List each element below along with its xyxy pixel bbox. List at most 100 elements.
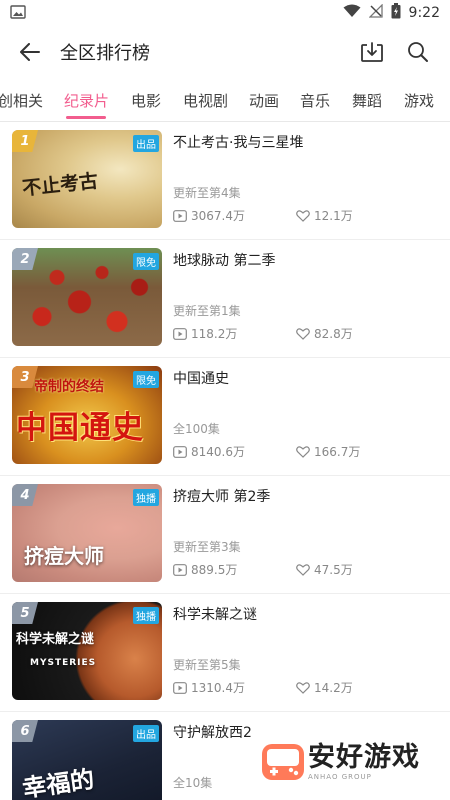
thumbnail-title: 挤痘大师 bbox=[24, 544, 104, 568]
play-count: 1310.4万 bbox=[173, 679, 245, 696]
thumbnail-caption: 帝制的终结 bbox=[34, 379, 104, 395]
status-badge: 限免 bbox=[133, 371, 159, 388]
top-app-bar: 全区排行榜 bbox=[0, 26, 450, 78]
list-item[interactable]: 2 限免 地球脉动 第二季 更新至第1集 118.2万 82.8万 bbox=[0, 240, 450, 358]
like-count: 166.7万 bbox=[296, 443, 360, 460]
rank-badge: 2 bbox=[12, 248, 38, 270]
play-count: 118.2万 bbox=[173, 325, 237, 342]
like-count: 47.5万 bbox=[296, 561, 353, 578]
wifi-icon bbox=[343, 4, 361, 22]
no-signal-icon bbox=[367, 3, 383, 22]
download-icon bbox=[361, 42, 383, 62]
tab-1[interactable]: 纪录片 bbox=[64, 90, 109, 111]
like-count-value: 12.1万 bbox=[314, 209, 353, 223]
list-item[interactable]: 4 独播 挤痘大师 挤痘大师 第2季 更新至第3集 889.5万 47.5万 bbox=[0, 476, 450, 594]
play-icon bbox=[173, 327, 187, 340]
thumbnail-title: 幸福的 bbox=[20, 765, 96, 800]
ranking-list: 1 出品 不止考古 不止考古·我与三星堆 更新至第4集 3067.4万 12.1… bbox=[0, 122, 450, 800]
item-subtitle: 更新至第1集 bbox=[173, 304, 241, 318]
thumbnail[interactable]: 3 限免 帝制的终结 中国通史 bbox=[12, 366, 162, 464]
status-bar: 9:22 bbox=[0, 0, 450, 26]
list-item[interactable]: 3 限免 帝制的终结 中国通史 中国通史 全100集 8140.6万 166.7… bbox=[0, 358, 450, 476]
thumbnail-title: 中国通史 bbox=[16, 410, 144, 446]
like-count-value: 47.5万 bbox=[314, 563, 353, 577]
watermark-subtext: ANHAO GROUP bbox=[308, 773, 372, 781]
like-count-value: 82.8万 bbox=[314, 327, 353, 341]
play-count: 889.5万 bbox=[173, 561, 237, 578]
tab-7[interactable]: 游戏 bbox=[404, 90, 434, 111]
battery-charging-icon bbox=[391, 3, 401, 23]
back-button[interactable] bbox=[12, 34, 48, 70]
heart-icon bbox=[296, 445, 310, 458]
search-button[interactable] bbox=[398, 32, 438, 72]
back-arrow-icon bbox=[20, 43, 40, 61]
tab-4[interactable]: 动画 bbox=[249, 90, 279, 111]
heart-icon bbox=[296, 209, 310, 222]
item-title: 守护解放西2 bbox=[173, 725, 252, 741]
rank-badge: 6 bbox=[12, 720, 38, 742]
item-subtitle: 更新至第3集 bbox=[173, 540, 241, 554]
item-subtitle: 全100集 bbox=[173, 422, 220, 436]
heart-icon bbox=[296, 681, 310, 694]
tab-6[interactable]: 舞蹈 bbox=[352, 90, 382, 111]
heart-icon bbox=[296, 327, 310, 340]
item-title: 挤痘大师 第2季 bbox=[173, 489, 271, 505]
watermark: 安好游戏 ANHAO GROUP bbox=[260, 734, 442, 790]
item-subtitle: 更新至第4集 bbox=[173, 186, 241, 200]
play-icon bbox=[173, 445, 187, 458]
item-title: 科学未解之谜 bbox=[173, 607, 257, 623]
page-title: 全区排行榜 bbox=[60, 43, 150, 64]
status-badge: 出品 bbox=[133, 725, 159, 742]
like-count-value: 14.2万 bbox=[314, 681, 353, 695]
tab-0[interactable]: 创相关 bbox=[0, 90, 43, 111]
like-count: 82.8万 bbox=[296, 325, 353, 342]
gamepad-logo-icon bbox=[262, 744, 304, 780]
tab-5[interactable]: 音乐 bbox=[300, 90, 330, 111]
thumbnail-title: 不止考古 bbox=[21, 170, 100, 200]
play-icon bbox=[173, 681, 187, 694]
status-badge: 独播 bbox=[133, 607, 159, 624]
item-title: 地球脉动 第二季 bbox=[173, 253, 276, 269]
search-icon bbox=[408, 42, 428, 62]
play-count-value: 118.2万 bbox=[191, 327, 238, 341]
item-subtitle: 全10集 bbox=[173, 776, 213, 790]
play-count-value: 8140.6万 bbox=[191, 445, 245, 459]
rank-badge: 1 bbox=[12, 130, 38, 152]
play-count: 3067.4万 bbox=[173, 207, 245, 224]
thumbnail[interactable]: 5 独播 科学未解之谜 MYSTERIES bbox=[12, 602, 162, 700]
watermark-text: 安好游戏 bbox=[308, 742, 420, 773]
play-count-value: 3067.4万 bbox=[191, 209, 245, 223]
like-count: 12.1万 bbox=[296, 207, 353, 224]
thumbnail-title: 科学未解之谜 bbox=[16, 632, 95, 647]
rank-badge: 5 bbox=[12, 602, 38, 624]
thumbnail[interactable]: 1 出品 不止考古 bbox=[12, 130, 162, 228]
tab-2[interactable]: 电影 bbox=[131, 90, 161, 111]
like-count-value: 166.7万 bbox=[314, 445, 361, 459]
thumbnail[interactable]: 6 出品 幸福的 bbox=[12, 720, 162, 800]
item-subtitle: 更新至第5集 bbox=[173, 658, 241, 672]
play-icon bbox=[173, 209, 187, 222]
image-icon bbox=[10, 4, 26, 23]
thumbnail[interactable]: 2 限免 bbox=[12, 248, 162, 346]
status-badge: 独播 bbox=[133, 489, 159, 506]
heart-icon bbox=[296, 563, 310, 576]
status-badge: 出品 bbox=[133, 135, 159, 152]
rank-badge: 4 bbox=[12, 484, 38, 506]
play-count: 8140.6万 bbox=[173, 443, 245, 460]
item-title: 中国通史 bbox=[173, 371, 229, 387]
like-count: 14.2万 bbox=[296, 679, 353, 696]
list-item[interactable]: 1 出品 不止考古 不止考古·我与三星堆 更新至第4集 3067.4万 12.1… bbox=[0, 122, 450, 240]
tab-3[interactable]: 电视剧 bbox=[183, 90, 228, 111]
download-button[interactable] bbox=[352, 32, 392, 72]
list-item[interactable]: 5 独播 科学未解之谜 MYSTERIES 科学未解之谜 更新至第5集 1310… bbox=[0, 594, 450, 712]
category-tabs: 创相关 纪录片 电影 电视剧 动画 音乐 舞蹈 游戏 bbox=[0, 78, 450, 122]
play-icon bbox=[173, 563, 187, 576]
play-count-value: 1310.4万 bbox=[191, 681, 245, 695]
status-badge: 限免 bbox=[133, 253, 159, 270]
play-count-value: 889.5万 bbox=[191, 563, 238, 577]
clock-time: 9:22 bbox=[408, 5, 440, 21]
thumbnail[interactable]: 4 独播 挤痘大师 bbox=[12, 484, 162, 582]
active-tab-indicator bbox=[66, 116, 106, 119]
item-title: 不止考古·我与三星堆 bbox=[173, 135, 304, 151]
thumbnail-caption: MYSTERIES bbox=[30, 658, 97, 668]
